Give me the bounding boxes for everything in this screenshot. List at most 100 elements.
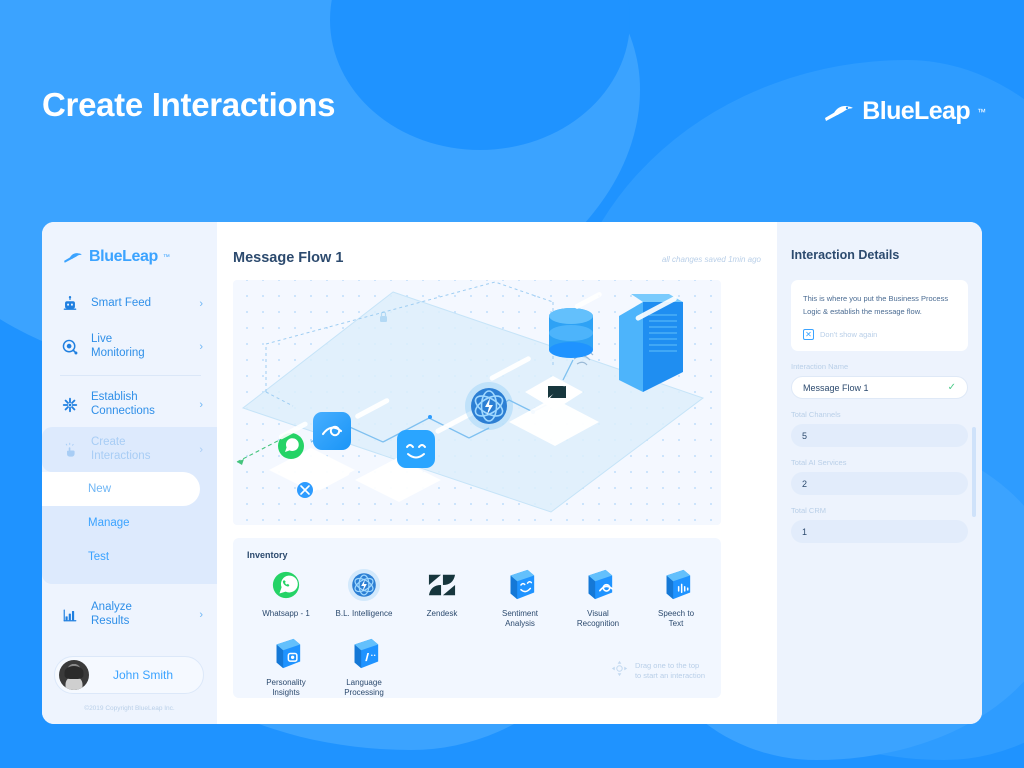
- total-ai-services-value: 2: [791, 472, 968, 495]
- inventory-item-bl-intelligence[interactable]: B.L. Intelligence: [325, 566, 403, 629]
- submenu-item-test[interactable]: Test: [42, 540, 217, 574]
- field-interaction-name: Interaction Name Message Flow 1 ✓: [791, 362, 968, 399]
- field-total-crm: Total CRM 1: [791, 506, 968, 543]
- field-total-channels: Total Channels 5: [791, 410, 968, 447]
- inventory-item-label: B.L. Intelligence: [335, 609, 393, 618]
- inventory-item-speech-to-text[interactable]: Speech to Text: [637, 566, 715, 629]
- sidebar-item-analyze-results[interactable]: Analyze Results ›: [42, 592, 217, 637]
- inventory-item-personality-insights[interactable]: Personality Insights: [247, 635, 325, 698]
- sidebar-copyright: ©2019 Copyright BlueLeap Inc.: [84, 705, 175, 712]
- language-processing-icon: [347, 635, 381, 673]
- sidebar-brand-wordmark: BlueLeap: [89, 248, 158, 265]
- field-value: 2: [802, 478, 808, 489]
- sidebar-item-label: Create Interactions: [91, 436, 151, 462]
- flow-canvas[interactable]: [233, 280, 721, 525]
- chevron-right-icon: ›: [199, 298, 203, 310]
- sidebar-user-name: John Smith: [112, 668, 174, 682]
- field-label: Total AI Services: [791, 458, 847, 467]
- inventory-item-label: Language Processing: [344, 678, 384, 697]
- inventory-item-label: Speech to Text: [657, 609, 695, 628]
- sidebar: BlueLeap ™ Smart Feed › Live Monitoring …: [42, 222, 217, 724]
- field-label: Total Channels: [791, 410, 841, 419]
- canvas-node-visual-recognition: [313, 412, 351, 450]
- valid-check-icon: ✓: [947, 382, 956, 393]
- sidebar-submenu: New Manage Test: [42, 472, 217, 584]
- speech-to-text-icon: [659, 566, 693, 604]
- robot-icon: [60, 294, 80, 314]
- drag-hint-text: Drag one to the top to start an interacti…: [634, 661, 705, 680]
- brand-wordmark: BlueLeap: [862, 97, 970, 125]
- field-label: Interaction Name: [791, 362, 849, 371]
- chevron-right-icon: ›: [199, 608, 203, 621]
- field-value: Message Flow 1: [803, 382, 869, 393]
- submenu-item-manage[interactable]: Manage: [42, 506, 217, 540]
- details-scrollbar[interactable]: [972, 427, 976, 517]
- sidebar-brand-trademark: ™: [162, 253, 170, 261]
- canvas-node-settings: [297, 482, 313, 498]
- inventory-item-label: Zendesk: [426, 609, 458, 618]
- sidebar-item-create-interactions[interactable]: Create Interactions ›: [42, 427, 217, 472]
- monitor-eye-icon: [60, 337, 80, 357]
- sidebar-divider: [60, 375, 201, 376]
- sidebar-nav: Smart Feed › Live Monitoring › Establish…: [42, 284, 217, 637]
- blueleap-dolphin-icon: [64, 253, 82, 263]
- personality-insights-icon: [269, 635, 303, 673]
- bar-chart-icon: [60, 605, 80, 625]
- sidebar-item-live-monitoring[interactable]: Live Monitoring ›: [42, 324, 217, 369]
- checkbox-label: Don't show again: [820, 330, 878, 339]
- tip-text: This is where you put the Business Proce…: [803, 294, 949, 316]
- sidebar-item-label: Analyze Results: [91, 601, 132, 627]
- inventory-item-label: Visual Recognition: [576, 609, 620, 628]
- tip-card: This is where you put the Business Proce…: [791, 280, 968, 351]
- canvas-node-sentiment-analysis: [397, 430, 435, 468]
- sidebar-item-label: Establish Connections: [91, 391, 155, 417]
- submenu-item-new[interactable]: New: [42, 472, 200, 506]
- total-channels-value: 5: [791, 424, 968, 447]
- inventory-item-language-processing[interactable]: Language Processing: [325, 635, 403, 698]
- page-title: Create Interactions: [42, 86, 336, 123]
- chevron-right-icon: ›: [199, 340, 203, 353]
- dont-show-again-checkbox[interactable]: ✕ Don't show again: [803, 329, 956, 340]
- isometric-flow-diagram: [236, 281, 705, 513]
- sidebar-item-smart-feed[interactable]: Smart Feed ›: [42, 284, 217, 324]
- chevron-right-icon: ›: [199, 398, 203, 411]
- brand-logo-top: BlueLeap ™: [822, 97, 986, 126]
- field-label: Total CRM: [791, 506, 827, 515]
- move-arrows-icon: [611, 660, 628, 682]
- details-title: Interaction Details: [791, 248, 900, 262]
- inventory-grid: Whatsapp - 1 B.L. Intelligence Zendesk S…: [247, 566, 717, 704]
- checkbox-icon: ✕: [803, 329, 814, 340]
- field-value: 5: [802, 430, 808, 441]
- sidebar-brand-logo[interactable]: BlueLeap ™: [62, 248, 217, 266]
- sentiment-analysis-icon: [503, 566, 537, 604]
- inventory-item-sentiment-analysis[interactable]: Sentiment Analysis: [481, 566, 559, 629]
- blueleap-dolphin-icon: [825, 105, 854, 121]
- sidebar-item-label: Live Monitoring: [91, 333, 145, 359]
- inventory-panel: Inventory Whatsapp - 1 B.L. Intelligence…: [233, 538, 721, 698]
- sidebar-item-label: Smart Feed: [91, 297, 152, 310]
- total-crm-value: 1: [791, 520, 968, 543]
- whatsapp-icon: [271, 566, 301, 604]
- zendesk-icon: [427, 566, 457, 604]
- inventory-item-label: Sentiment Analysis: [501, 609, 539, 628]
- sidebar-user-profile[interactable]: John Smith: [54, 656, 204, 694]
- inventory-item-zendesk[interactable]: Zendesk: [403, 566, 481, 629]
- canvas-node-database: [549, 308, 593, 358]
- hand-touch-icon: [60, 440, 80, 460]
- visual-recognition-icon: [581, 566, 615, 604]
- page-header: Create Interactions BlueLeap ™: [0, 0, 1024, 222]
- main-content: Message Flow 1 all changes saved 1min ag…: [217, 222, 777, 724]
- field-value: 1: [802, 526, 808, 537]
- app-window: BlueLeap ™ Smart Feed › Live Monitoring …: [42, 222, 982, 724]
- app-page: Create Interactions BlueLeap ™ BlueLeap …: [0, 0, 1024, 768]
- interaction-name-input[interactable]: Message Flow 1 ✓: [791, 376, 968, 399]
- field-total-ai-services: Total AI Services 2: [791, 458, 968, 495]
- drag-hint: Drag one to the top to start an interacti…: [611, 660, 705, 682]
- inventory-item-whatsapp[interactable]: Whatsapp - 1: [247, 566, 325, 629]
- inventory-title: Inventory: [247, 550, 288, 560]
- sidebar-item-establish-connections[interactable]: Establish Connections ›: [42, 382, 217, 427]
- inventory-item-visual-recognition[interactable]: Visual Recognition: [559, 566, 637, 629]
- save-status: all changes saved 1min ago: [661, 255, 761, 264]
- canvas-node-bl-intelligence: [465, 382, 513, 430]
- brand-trademark: ™: [977, 106, 986, 117]
